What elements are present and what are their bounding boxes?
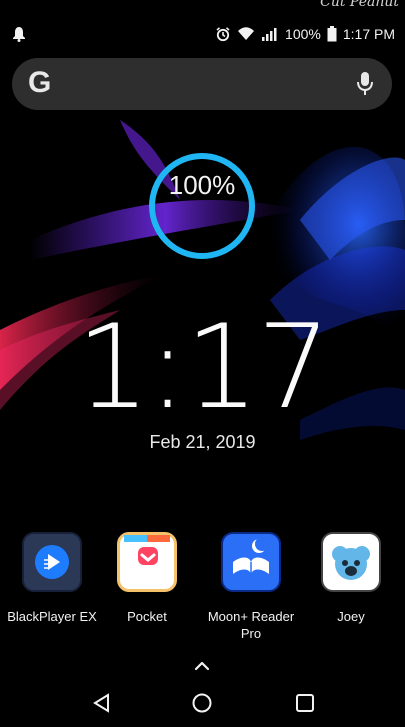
joey-icon[interactable] bbox=[321, 532, 381, 592]
wifi-icon bbox=[237, 26, 255, 42]
back-icon[interactable] bbox=[90, 692, 112, 719]
app-label: Pocket bbox=[127, 609, 167, 624]
home-screen: Cut Peanut 100% 1:17 PM G 100% 1:17 Feb … bbox=[0, 0, 405, 727]
battery-ring bbox=[149, 153, 255, 259]
battery-ring-label: 100% bbox=[168, 170, 236, 200]
app-label: Joey bbox=[337, 609, 365, 624]
blackplayer-icon[interactable] bbox=[22, 532, 82, 592]
chevron-up-icon[interactable] bbox=[194, 658, 210, 676]
pocket-icon[interactable] bbox=[117, 532, 177, 592]
watermark: Cut Peanut bbox=[320, 0, 399, 10]
status-time: 1:17 PM bbox=[342, 26, 395, 42]
status-bar: 100% 1:17 PM bbox=[0, 24, 405, 46]
moon-reader-icon[interactable] bbox=[221, 532, 281, 592]
app-blackplayer[interactable]: BlackPlayer EX bbox=[3, 532, 101, 625]
signal-icon bbox=[261, 26, 279, 42]
app-joey[interactable]: Joey bbox=[302, 532, 400, 625]
google-logo: G bbox=[28, 66, 52, 99]
status-icons: 100% 1:17 PM bbox=[215, 26, 395, 42]
app-pocket[interactable]: Pocket bbox=[98, 532, 196, 625]
app-moon-reader[interactable]: Moon+ Reader Pro bbox=[202, 532, 300, 642]
alarm-icon bbox=[215, 26, 231, 42]
mic-icon[interactable] bbox=[356, 71, 374, 102]
battery-percent: 100% bbox=[285, 26, 321, 42]
date: Feb 21, 2019 bbox=[149, 432, 256, 452]
clock: 1:17 bbox=[76, 300, 331, 435]
app-label: BlackPlayer EX bbox=[7, 609, 97, 624]
recents-icon[interactable] bbox=[294, 692, 316, 719]
battery-icon bbox=[327, 26, 337, 42]
home-icon[interactable] bbox=[191, 692, 213, 719]
notification-icon bbox=[12, 26, 26, 45]
navigation-bar bbox=[0, 680, 405, 727]
google-search-bar[interactable]: G bbox=[12, 58, 392, 110]
app-label: Moon+ Reader Pro bbox=[207, 609, 295, 641]
